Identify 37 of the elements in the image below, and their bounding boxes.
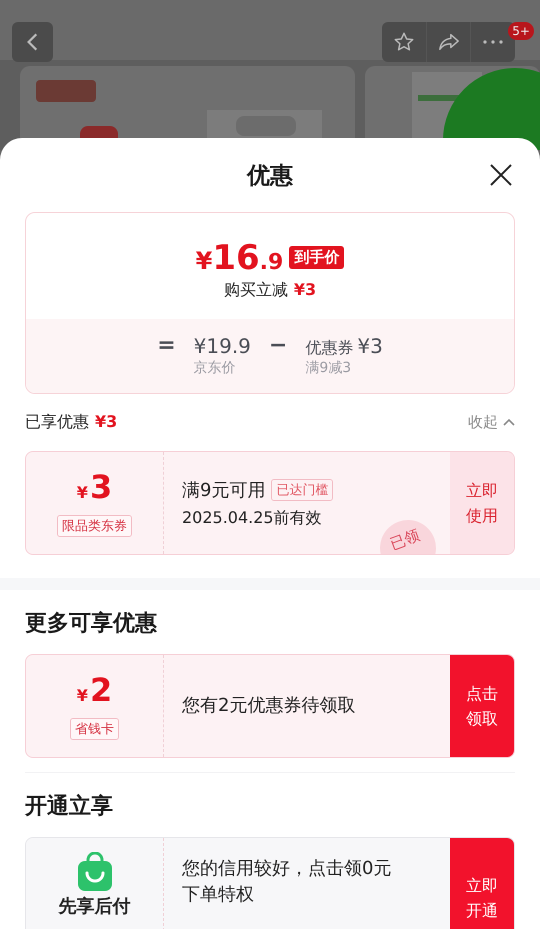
coupon-condition: 满9元可用 <box>182 478 266 502</box>
back-button[interactable] <box>12 22 53 62</box>
final-price: ¥16.9 <box>196 238 284 278</box>
coupon-label: 优惠券 <box>305 338 354 359</box>
shopping-bag-icon <box>76 852 112 892</box>
coupon-type-tag: 限品类东券 <box>57 515 132 537</box>
star-icon <box>392 31 415 53</box>
applied-amount: ¥3 <box>95 412 118 431</box>
close-icon <box>489 163 513 187</box>
operator-sign: = <box>157 333 176 359</box>
more-icon <box>483 40 504 44</box>
action-button[interactable]: 立即开通 <box>450 838 514 929</box>
price-caption: 京东价 <box>194 359 237 377</box>
validity-text: 2025.04.25前有效 <box>182 508 323 528</box>
saving-amount: ¥3 <box>294 280 316 298</box>
coupon-value: ¥2 <box>76 672 112 711</box>
saving-label: 购买立减 <box>224 280 288 300</box>
share-icon <box>438 31 460 53</box>
status-tag: 已达门槛 <box>271 478 334 500</box>
section-title: 开通立享 <box>25 792 114 821</box>
coupon-amount: ¥3 <box>357 333 383 359</box>
chevron-up-icon <box>503 416 515 428</box>
applied-label: 已享优惠 <box>25 412 89 433</box>
coupon-value: ¥3 <box>76 469 112 508</box>
operator-sign: − <box>268 333 288 359</box>
action-button[interactable]: 立即使用 <box>450 452 514 554</box>
price-caption: 满9减3 <box>305 359 352 377</box>
sheet-title: 优惠 <box>247 162 293 190</box>
coupon-type-tag: 省钱卡 <box>70 718 119 740</box>
collapse-toggle[interactable]: 收起 <box>468 413 515 432</box>
action-button[interactable]: 点击领取 <box>450 655 514 757</box>
list-price: ¥19.9 <box>194 333 251 359</box>
service-name: 先享后付 <box>58 895 130 918</box>
price-label: 到手价 <box>289 246 344 269</box>
coupon-description: 您的信用较好，点击领0元下单特权 <box>182 857 392 907</box>
section-title: 更多可享优惠 <box>25 610 158 638</box>
coupon-description: 您有2元优惠券待领取 <box>182 694 356 718</box>
